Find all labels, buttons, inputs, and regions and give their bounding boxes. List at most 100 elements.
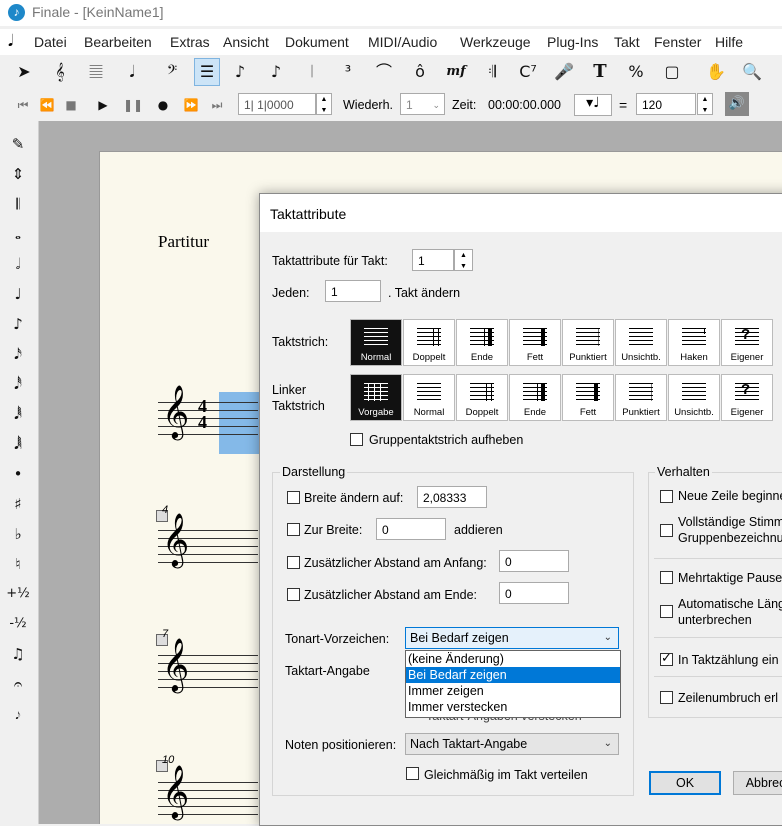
abstand-anfang-input[interactable]: 0 [499,550,569,572]
takt-input[interactable]: 1 [412,249,454,271]
menu-ansicht[interactable]: Ansicht [223,34,269,50]
left-barline-unsichtb-button[interactable]: Unsichtb. [668,374,720,421]
neue-zeile-checkbox[interactable] [660,490,673,503]
flat-icon[interactable]: ♭ [2,521,34,547]
expression-icon[interactable]: mf [444,59,468,85]
tonart-option[interactable]: (keine Änderung) [406,651,620,667]
zoom-icon[interactable]: 🔍 [740,59,764,85]
left-barline-punktiert-button[interactable]: Punktiert [615,374,667,421]
resize-tool-icon[interactable]: % [624,59,648,85]
eighth-note-icon[interactable]: ♪ [2,311,34,337]
menu-takt[interactable]: Takt [614,34,640,50]
tuplet-icon[interactable]: ³ [336,59,360,85]
left-barline-normal-button[interactable]: Normal [403,374,455,421]
tonart-option-selected[interactable]: Bei Bedarf zeigen [406,667,620,683]
left-barline-eigener-button[interactable]: ? Eigener [721,374,773,421]
menu-dokument[interactable]: Dokument [285,34,349,50]
whole-note-icon[interactable]: 𝅝 [2,221,34,247]
note-icon[interactable]: ♪ [228,59,252,85]
menu-bearbeiten[interactable]: Bearbeiten [84,34,152,50]
automatische-laenge-checkbox[interactable] [660,605,673,618]
repeat-icon[interactable]: 𝄇 [480,59,504,85]
sixteenth-note-icon[interactable]: 𝅘𝅥𝅯 [2,341,34,367]
left-barline-ende-button[interactable]: Ende [509,374,561,421]
lower-half-step-icon[interactable]: -½ [2,611,34,637]
lyrics-icon[interactable]: 🎤 [552,59,576,85]
left-barline-vorgabe-button[interactable]: Vorgabe [350,374,402,421]
half-note-icon[interactable]: 𝅗𝅥 [2,251,34,277]
chord-icon[interactable]: C⁷ [516,59,540,85]
tonart-option[interactable]: Immer verstecken [406,699,620,715]
skip-to-start-icon[interactable]: ⏮ [12,94,34,116]
play-icon[interactable]: ▶ [92,94,114,116]
stop-icon[interactable]: ■ [60,94,82,116]
cancel-button[interactable]: Abbrech [733,771,782,795]
breite-checkbox[interactable] [287,491,300,504]
menu-midi-audio[interactable]: MIDI/Audio [368,34,437,50]
articulation-icon[interactable]: 𝄀 [300,59,324,85]
menu-fenster[interactable]: Fenster [654,34,701,50]
key-signature-icon[interactable]: 𝄢 [160,59,184,85]
mehrtaktige-pause-checkbox[interactable] [660,571,673,584]
group-barline-checkbox[interactable] [350,433,363,446]
tuplet-icon[interactable]: 𝄐 [2,671,34,697]
breite-input[interactable]: 2,08333 [417,486,487,508]
sharp-icon[interactable]: ♯ [2,491,34,517]
natural-icon[interactable]: ♮ [2,551,34,577]
measure-counter-field[interactable]: 1| 1|0000 [238,93,316,115]
menu-datei[interactable]: Datei [34,34,67,50]
barline-normal-button[interactable]: Normal [350,319,402,366]
left-barline-doppelt-button[interactable]: Doppelt [456,374,508,421]
thirty-second-note-icon[interactable]: 𝅘𝅥𝅰 [2,371,34,397]
pause-icon[interactable]: ❚❚ [122,94,144,116]
stimmen-checkbox[interactable] [660,524,673,537]
smart-shape-icon[interactable]: ⌒ [372,59,396,85]
barline-haken-button[interactable]: Haken [668,319,720,366]
tempo-note-dropdown[interactable]: ▾♩ [574,94,612,116]
eighth-note-icon[interactable]: ♪ [264,59,288,85]
abstand-ende-checkbox[interactable] [287,588,300,601]
barline-punktiert-button[interactable]: Punktiert [562,319,614,366]
gleich-checkbox[interactable] [406,767,419,780]
sixty-fourth-note-icon[interactable]: 𝅘𝅥𝅱 [2,401,34,427]
barline-doppelt-button[interactable]: Doppelt [403,319,455,366]
staff-tool-icon[interactable]: 𝄞 [48,59,72,85]
barline-unsichtb-button[interactable]: Unsichtb. [615,319,667,366]
measure-tool-icon[interactable]: ☰ [194,58,220,86]
jeden-input[interactable]: 1 [325,280,381,302]
move-icon[interactable]: ⇕ [2,161,34,187]
menu-werkzeuge[interactable]: Werkzeuge [460,34,531,50]
barline-ende-button[interactable]: Ende [456,319,508,366]
record-icon[interactable]: ● [152,94,174,116]
page-layout-icon[interactable]: ▢ [660,59,684,85]
rewind-icon[interactable]: ⏪ [36,94,58,116]
hand-grabber-icon[interactable]: ✋ [704,59,728,85]
skip-to-end-icon[interactable]: ⏭ [206,94,228,116]
speedy-entry-icon[interactable]: 𝅘𝅥 [120,59,144,85]
simple-entry-icon[interactable]: 𝄚 [84,59,108,85]
zur-breite-checkbox[interactable] [287,523,300,536]
measure-icon[interactable]: 𝄃 [2,191,34,217]
menu-plug-ins[interactable]: Plug-Ins [547,34,598,50]
quarter-note-icon[interactable]: ♩ [2,281,34,307]
tonart-option[interactable]: Immer zeigen [406,683,620,699]
abstand-ende-input[interactable]: 0 [499,582,569,604]
abstand-anfang-checkbox[interactable] [287,556,300,569]
taktzaehlung-checkbox[interactable] [660,651,673,666]
fast-forward-icon[interactable]: ⏩ [180,94,202,116]
zur-breite-input[interactable]: 0 [376,518,446,540]
eraser-icon[interactable]: ✎ [2,131,34,157]
left-barline-fett-button[interactable]: Fett [562,374,614,421]
dot-icon[interactable]: • [2,461,34,487]
text-tool-icon[interactable]: T [588,59,612,85]
tonart-dropdown[interactable]: Bei Bedarf zeigen ⌄ [405,627,619,649]
takt-spinner[interactable]: ▲ ▼ [454,249,473,271]
noten-dropdown[interactable]: Nach Taktart-Angabe ⌄ [405,733,619,755]
barline-fett-button[interactable]: Fett [509,319,561,366]
speaker-settings-icon[interactable]: 🔊 [725,92,749,116]
tempo-input[interactable]: 120 [636,93,696,115]
hundred-twenty-eighth-note-icon[interactable]: 𝅘𝅥𝅲 [2,431,34,457]
counter-spinner[interactable]: ▲ ▼ [316,93,332,115]
articulation-accent-icon[interactable]: ô [408,59,432,85]
menu-extras[interactable]: Extras [170,34,210,50]
